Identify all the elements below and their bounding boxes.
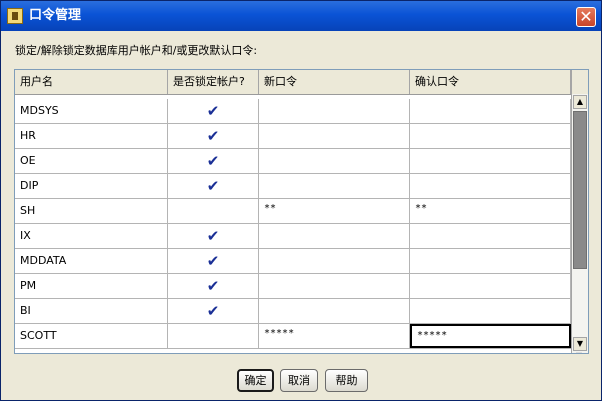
table-body: MDSYS ✔ HR ✔ OE ✔ DIP ✔ SH ** ** IX ✔ MD… [15,95,571,353]
title-bar[interactable]: 口令管理 ✕ [1,1,601,31]
confirm-password-field[interactable] [410,149,571,173]
lock-checkbox[interactable] [168,324,259,348]
close-button[interactable]: ✕ [576,7,596,27]
username-cell[interactable]: BI [15,299,168,323]
new-password-field[interactable] [259,99,410,123]
username-cell[interactable]: SCOTT [15,324,168,348]
username-cell[interactable]: HR [15,124,168,148]
app-icon [7,8,23,24]
table-row[interactable]: IX ✔ [15,224,571,249]
lock-checkbox[interactable]: ✔ [168,99,259,123]
instruction-text: 锁定/解除锁定数据库用户帐户和/或更改默认口令: [15,44,258,57]
lock-checkbox[interactable]: ✔ [168,124,259,148]
checkmark-icon: ✔ [206,102,220,120]
lock-checkbox[interactable]: ✔ [168,149,259,173]
confirm-password-field[interactable] [410,274,571,298]
table-row[interactable]: SH ** ** [15,199,571,224]
table-row[interactable]: HR ✔ [15,124,571,149]
username-cell[interactable]: IX [15,224,168,248]
new-password-field[interactable] [259,174,410,198]
checkmark-icon: ✔ [206,227,220,245]
confirm-password-field[interactable] [410,249,571,273]
confirm-password-field[interactable]: ** [410,199,571,223]
column-header-new-password[interactable]: 新口令 [259,70,410,94]
cancel-button[interactable]: 取消 [280,369,318,392]
help-button[interactable]: 帮助 [325,369,368,392]
username-cell[interactable]: DIP [15,174,168,198]
new-password-field[interactable] [259,249,410,273]
table-row[interactable]: MDSYS ✔ [15,99,571,124]
checkmark-icon: ✔ [206,127,220,145]
username-cell[interactable]: OE [15,149,168,173]
lock-checkbox[interactable]: ✔ [168,274,259,298]
window-title: 口令管理 [29,8,82,23]
username-cell[interactable]: PM [15,274,168,298]
confirm-password-field[interactable] [410,224,571,248]
table-row[interactable]: OE ✔ [15,149,571,174]
confirm-password-field-focused[interactable]: ***** [410,324,571,348]
column-header-username[interactable]: 用户名 [15,70,168,94]
username-cell[interactable]: SH [15,199,168,223]
table-row[interactable]: BI ✔ [15,299,571,324]
confirm-password-field[interactable] [410,124,571,148]
arrow-down-icon: ▼ [576,339,584,348]
table-row[interactable]: PM ✔ [15,274,571,299]
lock-checkbox[interactable]: ✔ [168,299,259,323]
scroll-down-button[interactable]: ▼ [573,337,587,351]
lock-checkbox[interactable]: ✔ [168,174,259,198]
password-management-dialog: 口令管理 ✕ 锁定/解除锁定数据库用户帐户和/或更改默认口令: 用户名 是否锁定… [0,0,602,401]
username-cell[interactable]: MDDATA [15,249,168,273]
new-password-field[interactable] [259,149,410,173]
new-password-field[interactable] [259,224,410,248]
checkmark-icon: ✔ [206,177,220,195]
checkmark-icon: ✔ [206,152,220,170]
checkmark-icon: ✔ [206,277,220,295]
confirm-password-field[interactable] [410,174,571,198]
lock-checkbox[interactable]: ✔ [168,249,259,273]
close-icon: ✕ [579,7,593,26]
user-password-table: 用户名 是否锁定帐户? 新口令 确认口令 MDSYS ✔ HR ✔ OE ✔ D… [14,69,589,354]
new-password-field[interactable] [259,124,410,148]
table-row[interactable]: SCOTT ***** ***** [15,324,571,349]
checkmark-icon: ✔ [206,252,220,270]
column-header-locked[interactable]: 是否锁定帐户? [168,70,259,94]
table-header: 用户名 是否锁定帐户? 新口令 确认口令 [15,70,571,95]
new-password-field[interactable]: ***** [259,324,410,348]
new-password-field[interactable]: ** [259,199,410,223]
lock-checkbox[interactable]: ✔ [168,224,259,248]
arrow-up-icon: ▲ [576,97,584,106]
scroll-up-button[interactable]: ▲ [573,95,587,109]
ok-button[interactable]: 确定 [237,369,274,392]
confirm-password-field[interactable] [410,99,571,123]
table-row[interactable]: MDDATA ✔ [15,249,571,274]
vertical-scrollbar[interactable]: ▲ ▼ [571,94,588,353]
header-corner [571,70,588,94]
new-password-field[interactable] [259,274,410,298]
new-password-field[interactable] [259,299,410,323]
table-row[interactable]: DIP ✔ [15,174,571,199]
username-cell[interactable]: MDSYS [15,99,168,123]
column-header-confirm-password[interactable]: 确认口令 [410,70,571,94]
scrollbar-grip-icon [576,352,582,353]
lock-checkbox[interactable] [168,199,259,223]
scrollbar-thumb[interactable] [573,111,587,269]
confirm-password-field[interactable] [410,299,571,323]
checkmark-icon: ✔ [206,302,220,320]
